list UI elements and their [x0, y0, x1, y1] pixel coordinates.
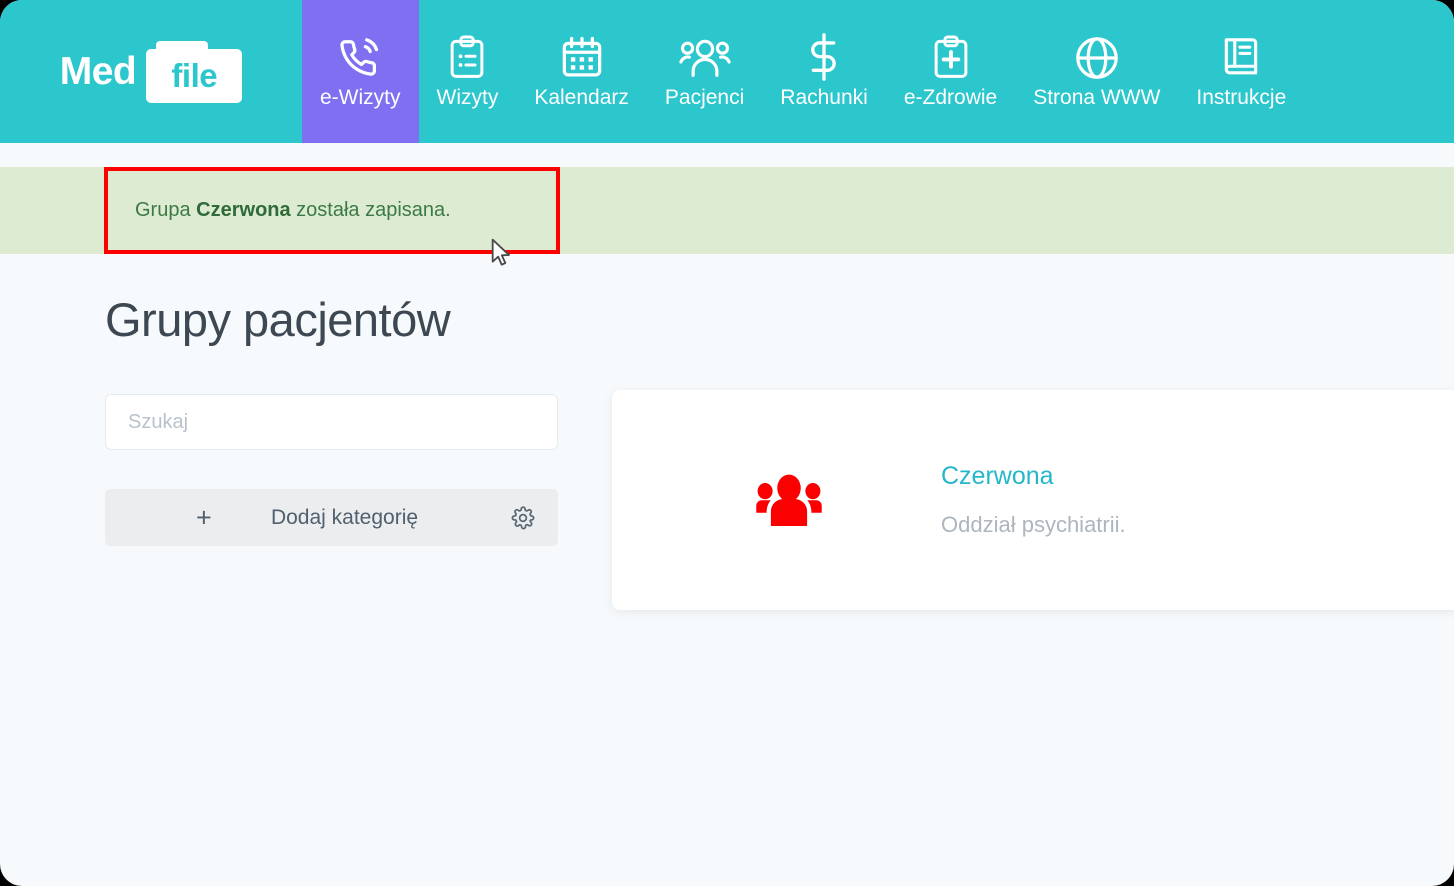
- search-input[interactable]: [105, 394, 558, 450]
- nav-label-e-wizyty: e-Wizyty: [320, 85, 401, 109]
- app-logo[interactable]: Med file: [0, 0, 302, 143]
- logo-folder-icon: file: [146, 40, 243, 103]
- app-window: Med file e-Wizyty Wizyty Kalendarz Pacje…: [0, 0, 1454, 886]
- top-navigation-bar: Med file e-Wizyty Wizyty Kalendarz Pacje…: [0, 0, 1454, 143]
- logo-text-file: file: [171, 56, 218, 94]
- globe-icon: [1074, 33, 1120, 81]
- success-alert-banner: Grupa Czerwona została zapisana.: [0, 167, 1454, 254]
- group-card[interactable]: Czerwona Oddział psychiatrii.: [612, 390, 1454, 610]
- nav-item-pacjenci[interactable]: Pacjenci: [647, 0, 762, 143]
- nav-item-kalendarz[interactable]: Kalendarz: [516, 0, 647, 143]
- page-title: Grupy pacjentów: [105, 293, 451, 346]
- calendar-icon: [559, 33, 605, 81]
- alert-text-after: została zapisana.: [290, 199, 451, 221]
- clipboard-medical-icon: [930, 33, 972, 81]
- nav-item-e-zdrowie[interactable]: e-Zdrowie: [886, 0, 1015, 143]
- group-card-text: Czerwona Oddział psychiatrii.: [941, 463, 1126, 537]
- gear-icon[interactable]: [510, 505, 536, 531]
- clipboard-list-icon: [446, 33, 488, 81]
- nav-label-kalendarz: Kalendarz: [534, 85, 629, 109]
- alert-group-name: Czerwona: [196, 199, 291, 221]
- nav-label-e-zdrowie: e-Zdrowie: [903, 85, 998, 109]
- nav-label-rachunki: Rachunki: [780, 85, 868, 109]
- plus-icon: +: [196, 502, 212, 532]
- users-icon: [678, 33, 731, 81]
- alert-text-before: Grupa: [135, 199, 197, 221]
- success-alert-text: Grupa Czerwona została zapisana.: [135, 199, 451, 222]
- group-description: Oddział psychiatrii.: [941, 511, 1126, 537]
- main-content: Grupy pacjentów + Dodaj kategorię: [0, 254, 1454, 886]
- nav-item-rachunki[interactable]: Rachunki: [762, 0, 886, 143]
- nav-label-instrukcje: Instrukcje: [1196, 85, 1287, 109]
- nav-item-strona-www[interactable]: Strona WWW: [1015, 0, 1178, 143]
- add-category-button[interactable]: + Dodaj kategorię: [105, 489, 558, 546]
- phone-icon: [337, 33, 383, 81]
- group-name-link[interactable]: Czerwona: [941, 463, 1126, 491]
- nav-item-e-wizyty[interactable]: e-Wizyty: [302, 0, 419, 143]
- book-icon: [1219, 33, 1263, 81]
- nav-label-wizyty: Wizyty: [436, 85, 499, 109]
- add-category-label: Dodaj kategorię: [270, 505, 419, 529]
- nav-label-strona-www: Strona WWW: [1033, 85, 1161, 109]
- nav-item-instrukcje[interactable]: Instrukcje: [1178, 0, 1304, 143]
- logo-text-med: Med: [59, 50, 137, 93]
- nav-item-wizyty[interactable]: Wizyty: [419, 0, 517, 143]
- dollar-icon: [807, 33, 841, 81]
- users-group-icon: [752, 474, 826, 526]
- nav-label-pacjenci: Pacjenci: [664, 85, 745, 109]
- left-column: + Dodaj kategorię: [105, 394, 558, 546]
